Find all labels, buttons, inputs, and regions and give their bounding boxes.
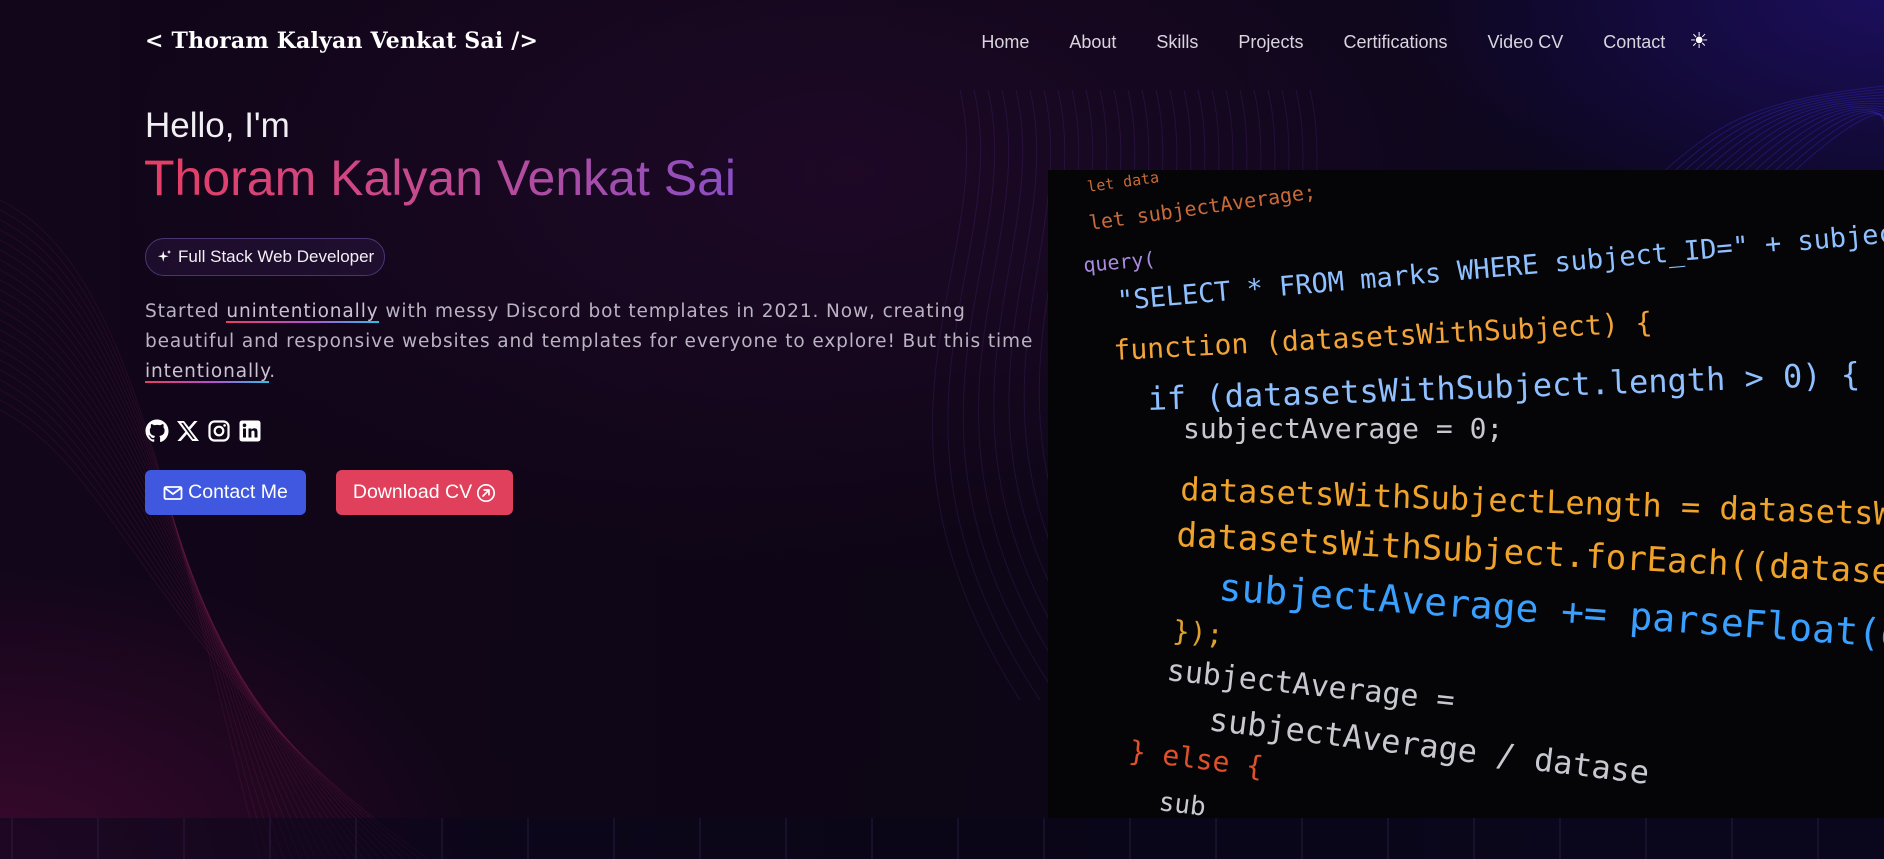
sparkle-icon (157, 250, 171, 262)
code-line: subjectAverage = (1165, 653, 1456, 718)
hero-bio: Started unintentionally with messy Disco… (145, 297, 1060, 387)
contact-me-label: Contact Me (188, 481, 288, 503)
code-line: "SELECT * FROM marks WHERE subject_ID=" … (1116, 218, 1884, 317)
social-links (145, 419, 269, 443)
arrow-up-right-circle-icon (477, 483, 496, 502)
bio-text-3: . (269, 361, 277, 382)
code-line: let data (1086, 170, 1160, 196)
nav-contact[interactable]: Contact (1603, 32, 1665, 53)
role-badge: Full Stack Web Developer (145, 238, 386, 276)
role-badge-label: Full Stack Web Developer (178, 247, 375, 266)
hero-greeting: Hello, I'm (145, 106, 290, 145)
nav-video-cv[interactable]: Video CV (1488, 32, 1564, 53)
mail-icon (163, 485, 183, 500)
code-line: query( (1082, 247, 1156, 277)
bio-highlight-intentionally: intentionally (145, 361, 270, 383)
linkedin-icon[interactable] (238, 419, 262, 443)
code-screenshot-graphic: let datalet subjectAverage;query("SELECT… (1082, 170, 1884, 818)
code-line: function (datasetsWithSubject) { (1113, 306, 1653, 367)
site-logo[interactable]: < Thoram Kalyan Venkat Sai /> (145, 28, 538, 54)
bottom-grid-strip (0, 818, 1884, 859)
nav-skills[interactable]: Skills (1156, 32, 1198, 53)
code-screenshot-image: let data let subjectAverage; query("SELECT… (1048, 170, 1884, 818)
sun-icon[interactable]: ☀ (1689, 31, 1709, 53)
nav-about[interactable]: About (1069, 32, 1116, 53)
hero-name: Thoram Kalyan Venkat Sai (144, 150, 736, 206)
code-line: subjectAverage = 0; (1183, 412, 1503, 445)
grid-lines (11, 818, 1819, 859)
bio-highlight-unintentionally: unintentionally (226, 301, 379, 323)
code-line: sub (1157, 787, 1207, 818)
nav-home[interactable]: Home (981, 32, 1029, 53)
contact-me-button[interactable]: Contact Me (145, 470, 306, 515)
code-line: }); (1171, 614, 1224, 651)
page: < Thoram Kalyan Venkat Sai /> Home About… (0, 0, 1884, 859)
download-cv-label: Download CV (352, 481, 473, 503)
main-nav: Home About Skills Projects Certification… (941, 31, 1709, 53)
nav-certifications[interactable]: Certifications (1343, 32, 1447, 53)
code-line: if (datasetsWithSubject.length > 0) { (1147, 355, 1861, 418)
x-twitter-icon[interactable] (176, 419, 200, 443)
nav-projects[interactable]: Projects (1238, 32, 1303, 53)
bio-text-1: Started (145, 301, 227, 322)
github-icon[interactable] (145, 419, 169, 443)
instagram-icon[interactable] (207, 419, 231, 443)
download-cv-button[interactable]: Download CV (336, 470, 513, 515)
